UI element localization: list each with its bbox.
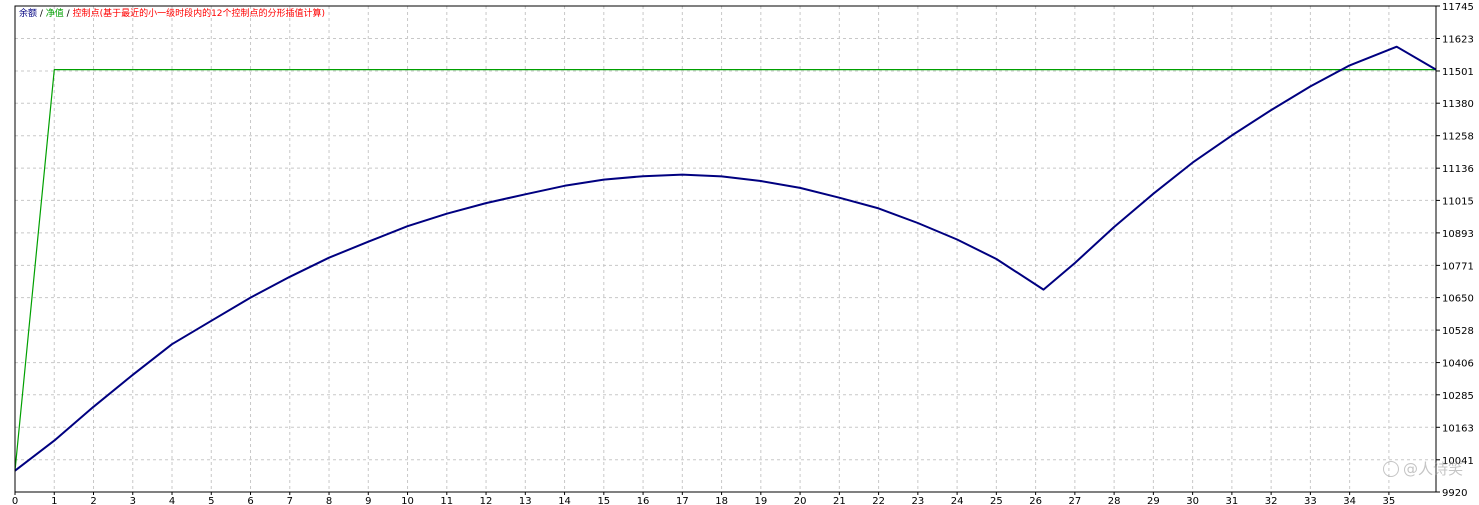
x-tick-label: 20 — [794, 496, 807, 505]
y-tick-label: 11745 — [1442, 2, 1474, 13]
x-tick-label: 4 — [169, 496, 175, 505]
y-tick-label: 11136 — [1442, 164, 1474, 175]
x-tick-label: 19 — [754, 496, 767, 505]
x-tick-label: 10 — [401, 496, 414, 505]
y-tick-label: 10893 — [1442, 229, 1474, 240]
x-tick-label: 9 — [365, 496, 371, 505]
y-tick-label: 10406 — [1442, 359, 1474, 370]
x-tick-label: 35 — [1383, 496, 1396, 505]
x-tick-label: 32 — [1265, 496, 1278, 505]
watermark-text: @人诗笑 — [1402, 460, 1463, 478]
y-tick-label: 10163 — [1442, 423, 1474, 434]
x-tick-label: 0 — [12, 496, 18, 505]
x-tick-label: 28 — [1108, 496, 1121, 505]
x-tick-label: 14 — [558, 496, 571, 505]
y-tick-label: 11380 — [1442, 99, 1474, 110]
x-tick-label: 11 — [440, 496, 453, 505]
x-tick-label: 25 — [990, 496, 1003, 505]
x-tick-label: 6 — [247, 496, 253, 505]
y-tick-label: 11015 — [1442, 196, 1474, 207]
x-tick-label: 22 — [872, 496, 885, 505]
watermark: @人诗笑 — [1382, 458, 1463, 479]
balance-series-line — [14, 45, 1437, 472]
chart-canvas: 1174511623115011138011258111361101510893… — [12, 2, 1474, 505]
axes: 1174511623115011138011258111361101510893… — [12, 2, 1474, 505]
x-tick-label: 1 — [51, 496, 57, 505]
x-tick-label: 7 — [287, 496, 293, 505]
x-tick-label: 34 — [1343, 496, 1356, 505]
x-tick-label: 17 — [676, 496, 689, 505]
y-tick-label: 10285 — [1442, 391, 1474, 402]
equity-series-line — [14, 68, 1436, 471]
legend: 余额 / 净值 / 控制点(基于最近的小一级时段内的12个控制点的分形插值计算) — [19, 9, 325, 20]
legend-note: 控制点(基于最近的小一级时段内的12个控制点的分形插值计算) — [72, 9, 326, 19]
x-tick-label: 3 — [130, 496, 136, 505]
plot-frame — [14, 5, 1437, 493]
x-tick-label: 23 — [911, 496, 924, 505]
x-tick-label: 15 — [597, 496, 610, 505]
x-tick-label: 26 — [1029, 496, 1042, 505]
legend-separator: / — [37, 9, 46, 19]
legend-equity: 净值 — [45, 9, 64, 19]
x-tick-label: 24 — [951, 496, 964, 505]
chart: 11745 11623 11501 11380 11258 11136 11015 10893… — [0, 0, 1479, 505]
x-tick-label: 30 — [1186, 496, 1199, 505]
x-tick-label: 27 — [1068, 496, 1081, 505]
x-tick-label: 13 — [519, 496, 532, 505]
y-tick-label: 11623 — [1442, 34, 1474, 45]
watermark-logo-icon — [1382, 460, 1399, 477]
x-tick-label: 29 — [1147, 496, 1160, 505]
y-tick-label: 10650 — [1442, 294, 1474, 305]
y-tick-label: 11258 — [1442, 132, 1474, 143]
y-tick-label: 10771 — [1442, 261, 1474, 272]
x-tick-label: 16 — [637, 496, 650, 505]
x-tick-label: 8 — [326, 496, 332, 505]
y-tick-label: 9920 — [1442, 488, 1467, 499]
y-tick-label: 10528 — [1442, 326, 1474, 337]
x-tick-label: 33 — [1304, 496, 1317, 505]
x-tick-label: 21 — [833, 496, 846, 505]
series-layer — [14, 45, 1437, 472]
x-tick-label: 31 — [1226, 496, 1239, 505]
x-tick-label: 5 — [208, 496, 214, 505]
grid — [15, 5, 1436, 492]
legend-separator: / — [63, 9, 73, 19]
x-tick-label: 2 — [90, 496, 96, 505]
x-tick-label: 12 — [480, 496, 493, 505]
x-tick-label: 18 — [715, 496, 728, 505]
y-tick-label: 11501 — [1442, 67, 1474, 78]
legend-balance: 余额 — [19, 9, 38, 19]
